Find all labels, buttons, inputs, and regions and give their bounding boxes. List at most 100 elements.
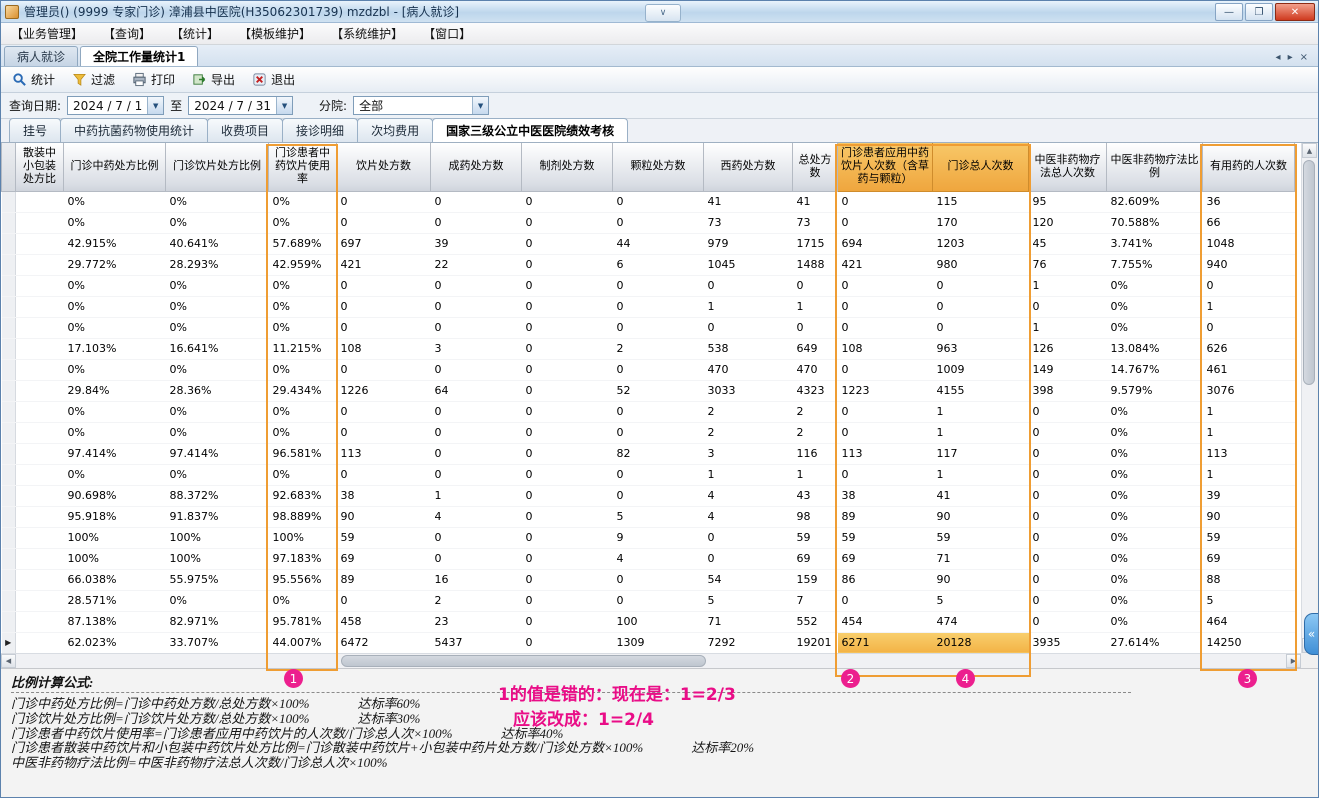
- scroll-up-icon[interactable]: ▲: [1302, 143, 1317, 158]
- column-header[interactable]: 散装中小包装处方比: [15, 143, 64, 192]
- menu-item[interactable]: 【统计】: [169, 23, 221, 44]
- menu-item[interactable]: 【模板维护】: [237, 23, 313, 44]
- column-header[interactable]: 门诊患者中药饮片使用率: [268, 143, 337, 192]
- table-row[interactable]: 95.918% 91.837% 98.889% 90 4 0 5 4 98 89 90 0 0% 90: [1, 506, 1295, 528]
- sub-tab[interactable]: 挂号: [9, 118, 62, 142]
- tab-close-icon[interactable]: ×: [1300, 52, 1308, 63]
- row-selector[interactable]: [1, 527, 16, 549]
- scroll-right-icon[interactable]: ▶: [1286, 654, 1301, 668]
- row-selector[interactable]: [1, 233, 16, 255]
- date-to-input[interactable]: 2024 / 7 / 31 ▼: [188, 96, 294, 115]
- row-selector[interactable]: [1, 422, 16, 444]
- table-row[interactable]: 0% 0% 0% 0 0 0 0 470 470 0 1009 149 14.767% 461: [1, 359, 1295, 381]
- menu-item[interactable]: 【查询】: [101, 23, 153, 44]
- row-selector[interactable]: [1, 611, 16, 633]
- chevron-down-icon[interactable]: ▼: [472, 97, 489, 114]
- table-row[interactable]: 0% 0% 0% 0 0 0 0 41 41 0 115 95 82.609% 36: [1, 191, 1295, 213]
- row-selector[interactable]: [1, 338, 16, 360]
- export-button[interactable]: 导出: [187, 69, 243, 90]
- row-selector[interactable]: [1, 296, 16, 318]
- sub-tab[interactable]: 接诊明细: [282, 118, 359, 142]
- chevron-down-icon[interactable]: ▼: [147, 97, 164, 114]
- column-header[interactable]: 门诊患者应用中药饮片人次数（含草药与颗粒）: [837, 143, 933, 192]
- maximize-button[interactable]: ❐: [1245, 3, 1273, 21]
- column-header[interactable]: 总处方数: [792, 143, 838, 192]
- column-header[interactable]: 成药处方数: [430, 143, 522, 192]
- table-row[interactable]: 100% 100% 97.183% 69 0 0 4 0 69 69 71 0 0% 69: [1, 548, 1295, 570]
- row-selector[interactable]: [1, 254, 16, 276]
- column-header[interactable]: 颗粒处方数: [612, 143, 704, 192]
- column-header[interactable]: 门诊中药处方比例: [63, 143, 166, 192]
- sub-tab[interactable]: 国家三级公立中医医院绩效考核: [432, 118, 629, 142]
- table-row[interactable]: 0% 0% 0% 0 0 0 0 0 0 0 0 1 0% 0: [1, 275, 1295, 297]
- table-row[interactable]: 29.84% 28.36% 29.434% 1226 64 0 52 3033 4323 1223…: [1, 380, 1295, 402]
- row-selector[interactable]: [1, 569, 16, 591]
- row-selector[interactable]: [1, 212, 16, 234]
- table-row[interactable]: 0% 0% 0% 0 0 0 0 0 0 0 0 1 0% 0: [1, 317, 1295, 339]
- table-row[interactable]: 66.038% 55.975% 95.556% 89 16 0 0 54 159 86 90 0 0% 8…: [1, 569, 1295, 591]
- date-from-input[interactable]: 2024 / 7 / 1 ▼: [67, 96, 165, 115]
- horizontal-scroll-thumb[interactable]: [341, 655, 706, 667]
- table-row[interactable]: 42.915% 40.641% 57.689% 697 39 0 44 979 1715 694 1…: [1, 233, 1295, 255]
- row-selector[interactable]: [1, 443, 16, 465]
- tab-scroll-left-icon[interactable]: ◂: [1276, 52, 1281, 63]
- collapse-toolbar-button[interactable]: ∨: [645, 4, 681, 22]
- chevron-down-icon[interactable]: ▼: [276, 97, 293, 114]
- table-row[interactable]: 28.571% 0% 0% 0 2 0 0 5 7 0 5 0 0% 5: [1, 590, 1295, 612]
- row-selector[interactable]: [1, 380, 16, 402]
- row-selector[interactable]: [1, 485, 16, 507]
- column-header[interactable]: 中医非药物疗法总人次数: [1028, 143, 1107, 192]
- column-header[interactable]: 中医非药物疗法比例: [1106, 143, 1203, 192]
- dock-panel-handle[interactable]: «: [1304, 613, 1318, 655]
- row-selector[interactable]: [1, 464, 16, 486]
- row-selector[interactable]: [1, 317, 16, 339]
- filter-button[interactable]: 过滤: [67, 69, 123, 90]
- sub-tab[interactable]: 中药抗菌药物使用统计: [60, 118, 209, 142]
- menu-item[interactable]: 【窗口】: [421, 23, 473, 44]
- row-selector[interactable]: [1, 506, 16, 528]
- table-row[interactable]: 17.103% 16.641% 11.215% 108 3 0 2 538 649 108 963 1…: [1, 338, 1295, 360]
- sub-tab[interactable]: 次均费用: [357, 118, 434, 142]
- menu-item[interactable]: 【系统维护】: [329, 23, 405, 44]
- branch-select[interactable]: 全部 ▼: [353, 96, 490, 115]
- sub-tab[interactable]: 收费项目: [207, 118, 284, 142]
- close-button[interactable]: ✕: [1275, 3, 1315, 21]
- column-header[interactable]: 饮片处方数: [336, 143, 431, 192]
- table-row[interactable]: 100% 100% 100% 59 0 0 9 0 59 59 59 0 0% 59: [1, 527, 1295, 549]
- table-row[interactable]: 90.698% 88.372% 92.683% 38 1 0 0 4 43 38 41 0 0% 39: [1, 485, 1295, 507]
- horizontal-scrollbar[interactable]: ◀ ▶: [1, 653, 1301, 668]
- table-row[interactable]: 0% 0% 0% 0 0 0 0 1 1 0 0 0 0% 1: [1, 296, 1295, 318]
- column-header[interactable]: 门诊饮片处方比例: [165, 143, 269, 192]
- table-row[interactable]: 0% 0% 0% 0 0 0 0 73 73 0 170 120 70.588% 66: [1, 212, 1295, 234]
- vertical-scrollbar[interactable]: ▲ ▼: [1301, 143, 1317, 653]
- exit-button[interactable]: 退出: [247, 69, 303, 90]
- table-row[interactable]: 0% 0% 0% 0 0 0 0 2 2 0 1 0 0% 1: [1, 422, 1295, 444]
- row-selector[interactable]: [1, 359, 16, 381]
- stat-button[interactable]: 统计: [7, 69, 63, 90]
- table-row[interactable]: 97.414% 97.414% 96.581% 113 0 0 82 3 116 113 117 0 0…: [1, 443, 1295, 465]
- tab-scroll-right-icon[interactable]: ▸: [1288, 52, 1293, 63]
- row-selector[interactable]: [1, 590, 16, 612]
- row-selector[interactable]: ▶: [1, 632, 16, 653]
- table-row[interactable]: 0% 0% 0% 0 0 0 0 2 2 0 1 0 0% 1: [1, 401, 1295, 423]
- table-row[interactable]: 0% 0% 0% 0 0 0 0 1 1 0 1 0 0% 1: [1, 464, 1295, 486]
- doc-tab[interactable]: 病人就诊: [4, 46, 79, 66]
- scroll-left-icon[interactable]: ◀: [1, 654, 16, 668]
- doc-tab[interactable]: 全院工作量统计1: [80, 46, 199, 66]
- row-selector[interactable]: [1, 191, 16, 213]
- column-header[interactable]: 制剂处方数: [521, 143, 613, 192]
- vertical-scroll-thumb[interactable]: [1303, 160, 1315, 385]
- select-all-header[interactable]: [1, 143, 16, 192]
- column-header[interactable]: 有用药的人次数: [1202, 143, 1295, 192]
- row-selector[interactable]: [1, 401, 16, 423]
- minimize-button[interactable]: —: [1215, 3, 1243, 21]
- table-row[interactable]: 29.772% 28.293% 42.959% 421 22 0 6 1045 1488 421 9…: [1, 254, 1295, 276]
- column-header[interactable]: 西药处方数: [703, 143, 793, 192]
- column-header[interactable]: 门诊总人次数: [932, 143, 1029, 192]
- print-button[interactable]: 打印: [127, 69, 183, 90]
- table-row[interactable]: 87.138% 82.971% 95.781% 458 23 0 100 71 552 454 47…: [1, 611, 1295, 633]
- row-selector[interactable]: [1, 275, 16, 297]
- table-row[interactable]: ▶ 62.023% 33.707% 44.007% 6472 5437 0 1309 7292 1…: [1, 632, 1295, 653]
- row-selector[interactable]: [1, 548, 16, 570]
- menu-item[interactable]: 【业务管理】: [9, 23, 85, 44]
